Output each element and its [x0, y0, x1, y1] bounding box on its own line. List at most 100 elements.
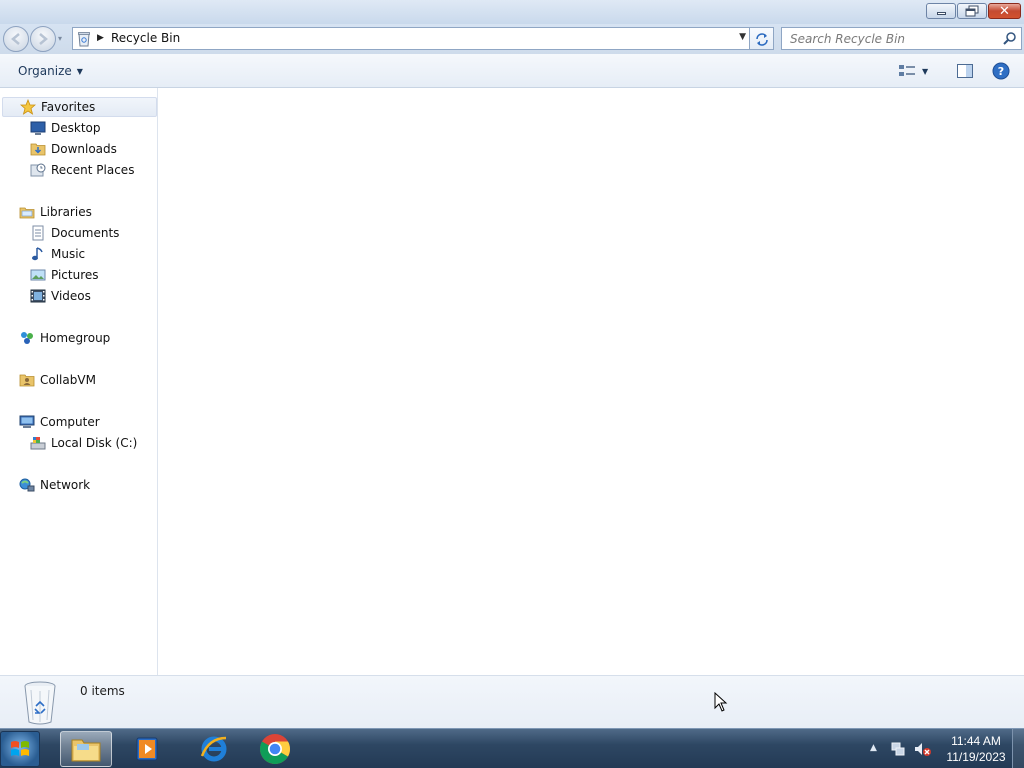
nav-computer-label: Computer	[40, 415, 100, 429]
nav-music-label: Music	[51, 247, 86, 261]
show-desktop-button[interactable]	[1012, 729, 1024, 768]
network-icon	[19, 478, 35, 492]
taskbar-google-chrome[interactable]	[249, 731, 301, 767]
nav-favorites[interactable]: Favorites	[2, 97, 157, 117]
star-icon	[20, 99, 36, 115]
network-status-icon[interactable]	[890, 741, 906, 757]
recycle-bin-small-icon	[78, 32, 90, 47]
nav-network-label: Network	[40, 478, 91, 492]
search-icon[interactable]	[1002, 31, 1017, 46]
libraries-icon	[19, 207, 35, 219]
nav-downloads-label: Downloads	[51, 142, 117, 156]
close-button[interactable]: ✕	[988, 3, 1021, 19]
minimize-button[interactable]	[926, 3, 956, 19]
search-input[interactable]: Search Recycle Bin	[781, 27, 1022, 50]
item-count: 0 items	[80, 684, 125, 698]
taskbar-windows-explorer[interactable]	[60, 731, 112, 767]
homegroup-icon	[21, 332, 33, 344]
taskbar: ▲ 11:44 AM 11/19/2023	[0, 728, 1024, 768]
nav-recent-places-label: Recent Places	[51, 163, 135, 177]
start-button[interactable]	[0, 731, 40, 767]
organize-menu-button[interactable]: Organize ▼	[10, 62, 91, 80]
forward-arrow-icon	[39, 33, 48, 45]
nav-videos-label: Videos	[51, 289, 91, 303]
views-dropdown-icon[interactable]: ▼	[922, 67, 928, 76]
nav-homegroup-label: Homegroup	[40, 331, 111, 345]
nav-videos[interactable]: Videos	[30, 286, 91, 306]
recent-places-icon	[30, 163, 46, 177]
nav-downloads[interactable]: Downloads	[30, 139, 117, 159]
address-bar[interactable]: ▶ Recycle Bin ▼	[72, 27, 750, 50]
preview-pane-icon	[957, 64, 973, 78]
recycle-bin-icon	[24, 681, 56, 725]
nav-desktop-label: Desktop	[51, 121, 101, 135]
notification-area: ▲ 11:44 AM 11/19/2023	[860, 729, 1024, 768]
address-history-dropdown[interactable]: ▼	[739, 32, 746, 42]
help-button[interactable]: ?	[991, 62, 1011, 80]
documents-icon	[32, 225, 44, 241]
forward-button[interactable]	[30, 26, 56, 52]
windows-logo-icon	[11, 741, 29, 756]
nav-computer[interactable]: Computer	[19, 412, 100, 432]
mouse-cursor-icon	[714, 692, 728, 712]
show-hidden-icons-button[interactable]: ▲	[870, 743, 877, 753]
music-icon	[32, 247, 43, 261]
restore-button[interactable]	[957, 3, 987, 19]
folder-icon	[71, 739, 101, 762]
drive-icon	[30, 437, 46, 450]
clock-time: 11:44 AM	[951, 734, 1001, 748]
chrome-icon	[260, 734, 290, 765]
address-row: ▾ ▶ Recycle Bin ▼ Search Recycle Bin	[0, 24, 1024, 54]
nav-pictures[interactable]: Pictures	[30, 265, 99, 285]
back-button[interactable]	[3, 26, 29, 52]
breadcrumb-chevron-icon[interactable]: ▶	[97, 33, 104, 43]
desktop-icon	[30, 121, 46, 135]
user-folder-icon	[19, 374, 35, 387]
navigation-pane: Favorites Desktop Downloads Recent Place…	[0, 88, 158, 675]
volume-muted-icon[interactable]	[914, 741, 932, 757]
back-arrow-icon	[11, 33, 20, 45]
recent-pages-dropdown[interactable]: ▾	[58, 34, 68, 44]
nav-music[interactable]: Music	[30, 244, 85, 264]
clock-date: 11/19/2023	[946, 750, 1006, 764]
title-bar: ✕	[0, 0, 1024, 24]
refresh-button[interactable]	[750, 27, 774, 50]
details-pane: 0 items	[0, 675, 1024, 728]
taskbar-internet-explorer[interactable]	[188, 731, 240, 767]
nav-documents-label: Documents	[51, 226, 120, 240]
breadcrumb-location[interactable]: Recycle Bin	[111, 31, 180, 45]
taskbar-windows-media-player[interactable]	[122, 731, 174, 767]
nav-pictures-label: Pictures	[51, 268, 99, 282]
nav-recent-places[interactable]: Recent Places	[30, 160, 134, 180]
nav-libraries-label: Libraries	[40, 205, 92, 219]
computer-icon	[19, 415, 35, 428]
nav-local-disk[interactable]: Local Disk (C:)	[30, 433, 137, 453]
view-options-icon	[899, 65, 915, 76]
nav-network[interactable]: Network	[19, 475, 90, 495]
help-icon: ?	[992, 62, 1010, 80]
close-icon: ✕	[999, 3, 1010, 19]
change-view-button[interactable]: ▼	[898, 62, 940, 80]
nav-local-disk-label: Local Disk (C:)	[51, 436, 138, 450]
media-player-icon	[136, 737, 158, 761]
nav-favorites-label: Favorites	[41, 100, 96, 114]
chevron-down-icon: ▼	[76, 66, 83, 76]
organize-label: Organize	[18, 64, 72, 78]
downloads-icon	[30, 143, 46, 156]
internet-explorer-icon	[200, 736, 227, 762]
nav-user-folder[interactable]: CollabVM	[19, 370, 96, 390]
nav-homegroup[interactable]: Homegroup	[19, 328, 110, 348]
nav-libraries[interactable]: Libraries	[19, 202, 92, 222]
restore-icon	[965, 5, 979, 17]
videos-icon	[30, 289, 46, 303]
search-placeholder: Search Recycle Bin	[790, 32, 906, 46]
pictures-icon	[30, 269, 46, 281]
file-list-area[interactable]	[159, 88, 1024, 675]
system-clock[interactable]: 11:44 AM 11/19/2023	[940, 733, 1012, 765]
preview-pane-button[interactable]	[955, 62, 975, 80]
nav-user-folder-label: CollabVM	[40, 373, 96, 387]
command-bar: Organize ▼ ▼ ?	[0, 54, 1024, 88]
nav-documents[interactable]: Documents	[30, 223, 119, 243]
nav-desktop[interactable]: Desktop	[30, 118, 101, 138]
minimize-icon	[936, 12, 946, 15]
